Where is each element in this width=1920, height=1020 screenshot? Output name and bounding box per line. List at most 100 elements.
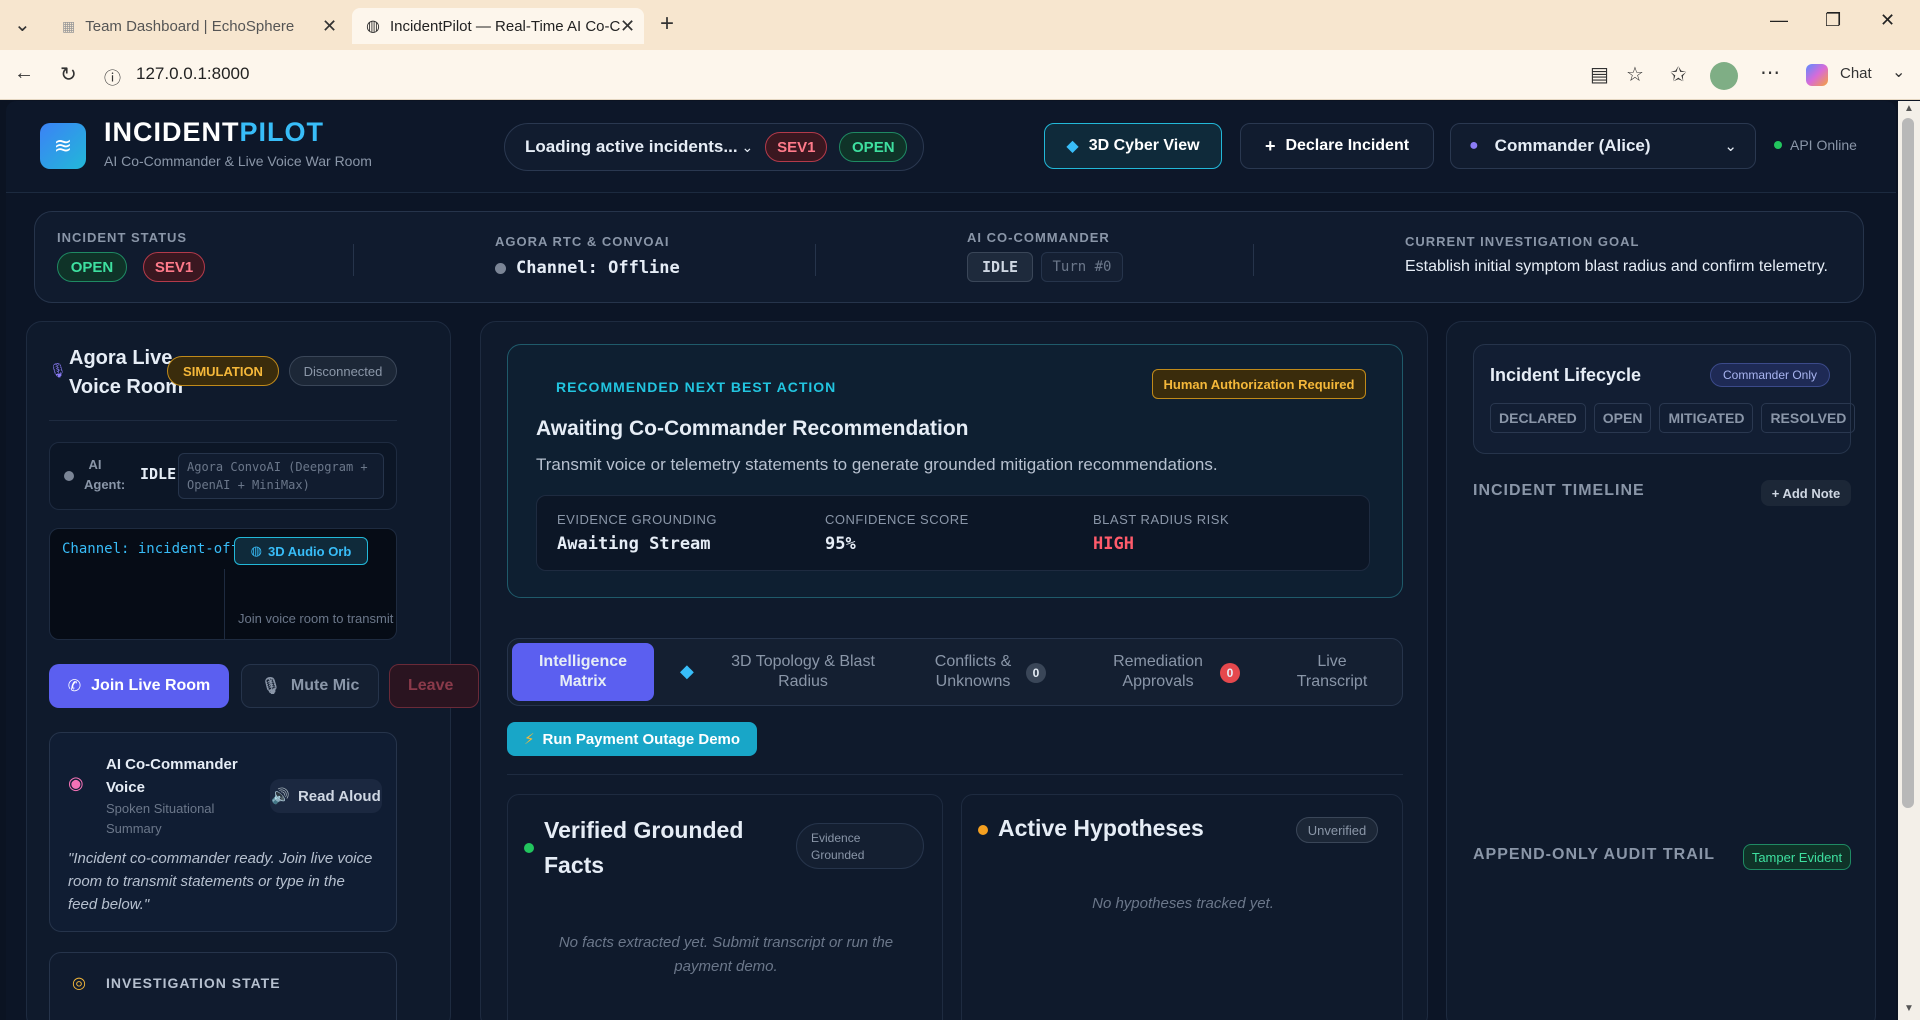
audio-orb-label: 3D Audio Orb [268,543,352,559]
stage-resolved[interactable]: RESOLVED [1761,403,1856,433]
status-dot [978,825,988,835]
audio-visualizer: Channel: incident-offline ◍ 3D Audio Orb… [49,528,397,640]
simulation-badge: SIMULATION [167,356,279,386]
layers-logo-icon: ≋ [40,123,86,169]
favorites-icon[interactable]: ✩ [1670,62,1687,87]
phone-icon: ✆ [67,678,82,695]
evidence-grounded-badge: Evidence Grounded [796,823,924,869]
voice-subtitle: Spoken Situational Summary [106,799,214,839]
tab-intelligence-matrix[interactable]: Intelligence Matrix [512,643,654,701]
globe-icon: ◍ [366,18,380,35]
divider [353,244,354,276]
goal-text: Establish initial symptom blast radius a… [1405,258,1828,275]
tab-label: Live [1317,653,1347,670]
audio-orb-button[interactable]: ◍ 3D Audio Orb [234,537,368,565]
close-window-icon[interactable]: ✕ [1880,10,1895,31]
scroll-down-icon[interactable]: ▼ [1904,1003,1914,1014]
run-demo-button[interactable]: ⚡ Run Payment Outage Demo [507,722,757,756]
browser-tab-inactive[interactable]: ▦ Team Dashboard | EchoSphere ✕ [44,8,344,44]
copilot-icon[interactable] [1806,64,1828,86]
voice-room-title: Agora Live Voice Room [69,344,183,402]
remediation-count-badge: 0 [1220,663,1240,683]
tab-live-transcript[interactable]: Live Transcript [1272,643,1392,701]
reader-mode-icon[interactable]: ▤ [1590,62,1609,87]
stage-mitigated[interactable]: MITIGATED [1659,403,1754,433]
facts-title: Verified Grounded Facts [544,813,743,883]
timeline-label: INCIDENT TIMELINE [1473,482,1645,499]
tab-label: Matrix [559,673,607,690]
chevron-down-icon[interactable]: ⌄ [1892,62,1905,82]
tab-list-chevron-icon[interactable]: ⌄ [14,12,31,37]
stage-declared[interactable]: DECLARED [1490,403,1586,433]
commander-select[interactable]: ● Commander (Alice) ⌄ [1450,123,1756,169]
robot-icon: ◉ [68,773,84,793]
tab-label: Transcript [1296,673,1368,690]
title-line: Verified Grounded [544,817,744,843]
back-arrow-icon[interactable]: ← [14,62,34,85]
url-field[interactable]: 127.0.0.1:8000 [136,64,249,84]
hypotheses-card: Active Hypotheses Unverified No hypothes… [961,794,1403,1020]
badge-line: Grounded [811,848,865,862]
declare-incident-button[interactable]: + Declare Incident [1240,123,1434,169]
minimize-icon[interactable]: — [1770,10,1788,31]
cyber-view-button[interactable]: ◆ 3D Cyber View [1044,123,1222,169]
read-aloud-button[interactable]: 🔊 Read Aloud [270,779,382,813]
brand-part-a: INCIDENT [104,117,240,147]
star-icon[interactable]: ☆ [1626,62,1644,87]
hypotheses-title: Active Hypotheses [998,815,1204,841]
browser-tab-bar: ⌄ ▦ Team Dashboard | EchoSphere ✕ ◍ Inci… [0,0,1920,50]
join-hint: Join voice room to transmit [238,611,394,626]
status-sev-badge: SEV1 [143,252,205,282]
investigation-state-card: ◎ INVESTIGATION STATE [49,952,397,1020]
tab-conflicts[interactable]: Conflicts & Unknowns [908,643,1038,701]
label-line: Agent: [84,477,126,492]
app-root: ≋ INCIDENTPILOT AI Co-Commander & Live V… [6,101,1896,1020]
commander-label: Commander (Alice) [1494,136,1651,155]
leave-button[interactable]: Leave [389,664,479,708]
info-icon[interactable]: ⓘ [104,64,121,89]
run-demo-label: Run Payment Outage Demo [542,730,741,748]
profile-avatar[interactable] [1710,62,1738,90]
lifecycle-title: Incident Lifecycle [1490,365,1642,385]
authorization-badge: Human Authorization Required [1152,369,1366,399]
divider [224,569,225,639]
close-icon[interactable]: ✕ [322,16,337,37]
brand-title: INCIDENTPILOT [104,117,324,148]
tab-title: Team Dashboard | EchoSphere [85,17,295,35]
brand-subtitle: AI Co-Commander & Live Voice War Room [104,153,372,169]
reload-icon[interactable]: ↻ [60,62,77,87]
status-dot [524,843,534,853]
blast-label: BLAST RADIUS RISK [1093,512,1230,527]
agent-stack-box: Agora ConvoAI (Deepgram + OpenAI + MiniM… [178,453,384,499]
metrics-box: EVIDENCE GROUNDING Awaiting Stream CONFI… [536,495,1370,571]
incident-selector[interactable]: Loading active incidents... ⌄ SEV1 OPEN [504,123,924,171]
more-icon[interactable]: ⋯ [1760,60,1780,85]
investigation-state-label: INVESTIGATION STATE [106,975,281,991]
connection-status-badge: Disconnected [289,356,397,386]
leave-label: Leave [408,677,454,694]
divider [49,420,397,421]
scrollbar-thumb[interactable] [1902,118,1914,808]
facts-card: Verified Grounded Facts Evidence Grounde… [507,794,943,1020]
close-icon[interactable]: ✕ [620,16,635,37]
new-tab-icon[interactable]: + [660,10,674,38]
api-status-label: API Online [1790,137,1857,153]
scroll-up-icon[interactable]: ▲ [1904,103,1914,114]
tab-label: Conflicts & [934,653,1012,670]
stage-open[interactable]: OPEN [1593,403,1652,433]
chat-label[interactable]: Chat [1840,65,1872,82]
status-open-badge: OPEN [57,252,127,282]
brand-part-b: PILOT [239,117,324,147]
browser-tab-active[interactable]: ◍ IncidentPilot — Real-Time AI Co-C ✕ [352,8,644,44]
cube-icon: ◆ [680,661,694,681]
ai-commander-label: AI CO-COMMANDER [967,230,1110,245]
join-live-room-button[interactable]: ✆ Join Live Room [49,664,229,708]
restore-icon[interactable]: ❐ [1825,10,1841,31]
declare-label: Declare Incident [1285,137,1410,154]
channel-label: Channel: Offline [516,258,680,278]
add-note-button[interactable]: + Add Note [1761,480,1851,506]
cube-icon: ◆ [1066,138,1079,155]
tab-remediation[interactable]: Remediation Approvals [1088,643,1228,701]
tab-topology[interactable]: 3D Topology & Blast Radius [708,643,898,701]
mute-mic-button[interactable]: 🎙 Mute Mic [241,664,379,708]
